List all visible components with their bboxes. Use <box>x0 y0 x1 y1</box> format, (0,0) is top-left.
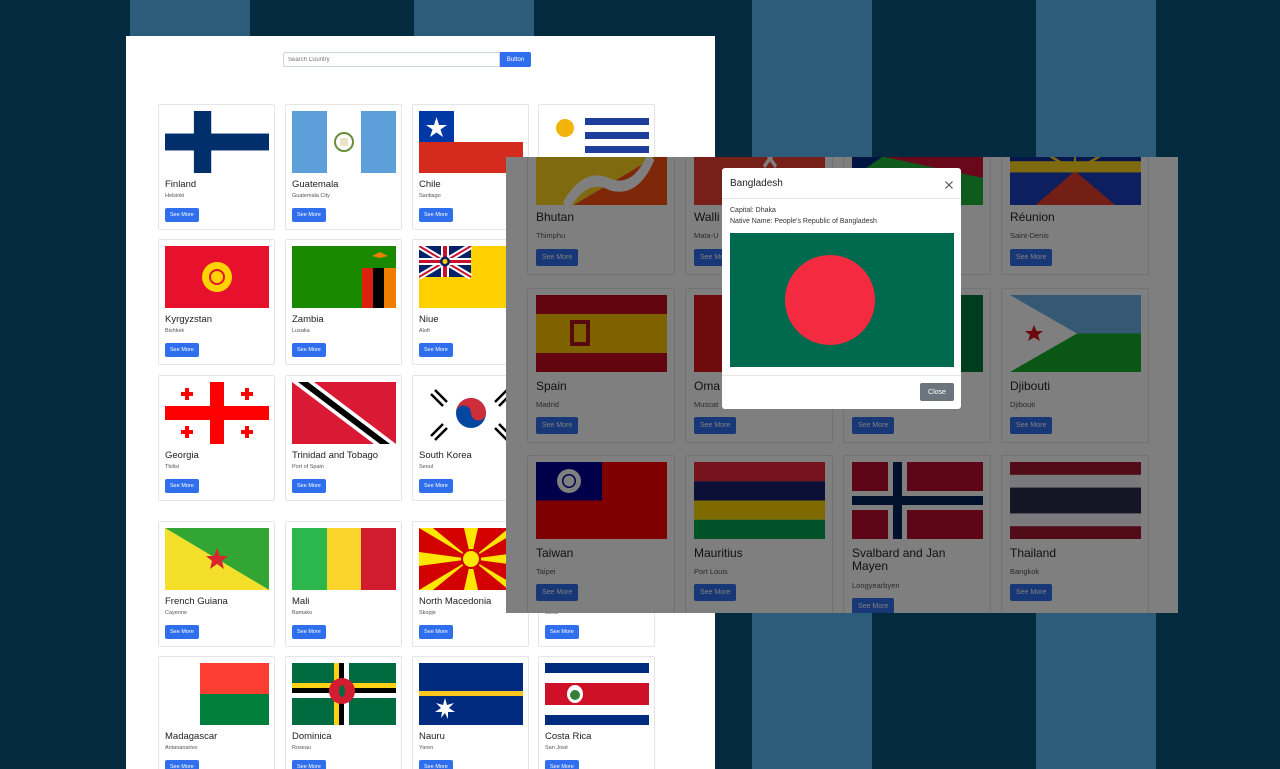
country-capital: Skopje <box>419 610 436 616</box>
country-name: Georgia <box>165 450 199 461</box>
country-capital: Seoul <box>419 464 434 470</box>
country-name: Chile <box>419 179 441 190</box>
country-capital: Cayenne <box>165 610 188 616</box>
country-name: Guatemala <box>292 179 339 190</box>
see-more-button[interactable]: See More <box>419 343 453 357</box>
country-card: Georgia Tbilisi See More <box>158 375 275 501</box>
modal-divider <box>722 375 961 376</box>
country-capital: Guatemala City <box>292 193 330 199</box>
country-name: Madagascar <box>165 731 218 742</box>
see-more-button[interactable]: See More <box>165 343 199 357</box>
see-more-button[interactable]: See More <box>292 625 326 639</box>
country-capital: Bamako <box>292 610 313 616</box>
modal-native-name: Native Name: People's Republic of Bangla… <box>730 218 877 225</box>
country-card: Finland Helsinki See More <box>158 104 275 230</box>
costa-rica-flag-icon <box>545 663 649 725</box>
country-name: Costa Rica <box>545 731 592 742</box>
see-more-button[interactable]: See More <box>292 479 326 493</box>
country-name: South Korea <box>419 450 472 461</box>
country-name: Finland <box>165 179 197 190</box>
mali-flag-icon <box>292 528 396 590</box>
country-card: Zambia Lusaka See More <box>285 239 402 365</box>
see-more-button[interactable]: See More <box>419 625 453 639</box>
country-modal: Bangladesh Capital: Dhaka Native Name: P… <box>722 168 961 409</box>
see-more-button[interactable]: See More <box>419 208 453 222</box>
kyrgyzstan-flag-icon <box>165 246 269 308</box>
see-more-button[interactable]: See More <box>292 760 326 769</box>
country-card: Guatemala Guatemala City See More <box>285 104 402 230</box>
country-name: Kyrgyzstan <box>165 314 212 325</box>
madagascar-flag-icon <box>165 663 269 725</box>
country-card: Madagascar Antananarivo See More <box>158 656 275 769</box>
see-more-button[interactable]: See More <box>419 760 453 769</box>
country-capital: Yaren <box>419 745 434 751</box>
see-more-button[interactable]: See More <box>165 625 199 639</box>
country-capital: Bishkek <box>165 328 185 334</box>
country-card: Mali Bamako See More <box>285 521 402 647</box>
french-guiana-flag-icon <box>165 528 269 590</box>
see-more-button[interactable]: See More <box>419 479 453 493</box>
bangladesh-flag-icon <box>730 233 954 367</box>
zambia-flag-icon <box>292 246 396 308</box>
country-name: Zambia <box>292 314 324 325</box>
modal-divider <box>722 198 961 199</box>
georgia-flag-icon <box>165 382 269 444</box>
close-button[interactable]: Close <box>920 383 954 401</box>
see-more-button[interactable]: See More <box>165 479 199 493</box>
modal-title: Bangladesh <box>730 178 783 189</box>
see-more-button[interactable]: See More <box>545 760 579 769</box>
search-input[interactable] <box>283 52 500 67</box>
country-name: Niue <box>419 314 439 325</box>
country-capital: San José <box>545 745 568 751</box>
country-name: Dominica <box>292 731 332 742</box>
country-name: Trinidad and Tobago <box>292 450 379 461</box>
country-capital: Tbilisi <box>165 464 180 470</box>
country-capital: Santiago <box>419 193 441 199</box>
country-capital: Alofi <box>419 328 430 334</box>
country-card: Dominica Roseau See More <box>285 656 402 769</box>
see-more-button[interactable]: See More <box>292 208 326 222</box>
country-card: Kyrgyzstan Bishkek See More <box>158 239 275 365</box>
country-card: Nauru Yaren See More <box>412 656 529 769</box>
guatemala-flag-icon <box>292 111 396 173</box>
dominica-flag-icon <box>292 663 396 725</box>
country-card: Trinidad and Tobago Port of Spain See Mo… <box>285 375 402 501</box>
trinidad-and-tobago-flag-icon <box>292 382 396 444</box>
country-capital: Helsinki <box>165 193 185 199</box>
see-more-button[interactable]: See More <box>165 208 199 222</box>
see-more-button[interactable]: See More <box>545 625 579 639</box>
country-capital: Roseau <box>292 745 311 751</box>
country-card: Costa Rica San José See More <box>538 656 655 769</box>
country-detail-page: Bhutan Thimphu See More Walli Mata-U See… <box>506 157 1178 613</box>
country-capital: Antananarivo <box>165 745 198 751</box>
close-icon[interactable] <box>944 177 954 189</box>
see-more-button[interactable]: See More <box>165 760 199 769</box>
modal-capital: Capital: Dhaka <box>730 207 776 214</box>
country-capital: Lusaka <box>292 328 310 334</box>
country-card: French Guiana Cayenne See More <box>158 521 275 647</box>
see-more-button[interactable]: See More <box>292 343 326 357</box>
country-name: North Macedonia <box>419 596 492 607</box>
search-button[interactable]: Button <box>500 52 531 67</box>
search-bar: Button <box>283 52 531 67</box>
finland-flag-icon <box>165 111 269 173</box>
country-name: Mali <box>292 596 310 607</box>
country-capital: Port of Spain <box>292 464 324 470</box>
nauru-flag-icon <box>419 663 523 725</box>
country-name: Nauru <box>419 731 445 742</box>
country-name: French Guiana <box>165 596 228 607</box>
